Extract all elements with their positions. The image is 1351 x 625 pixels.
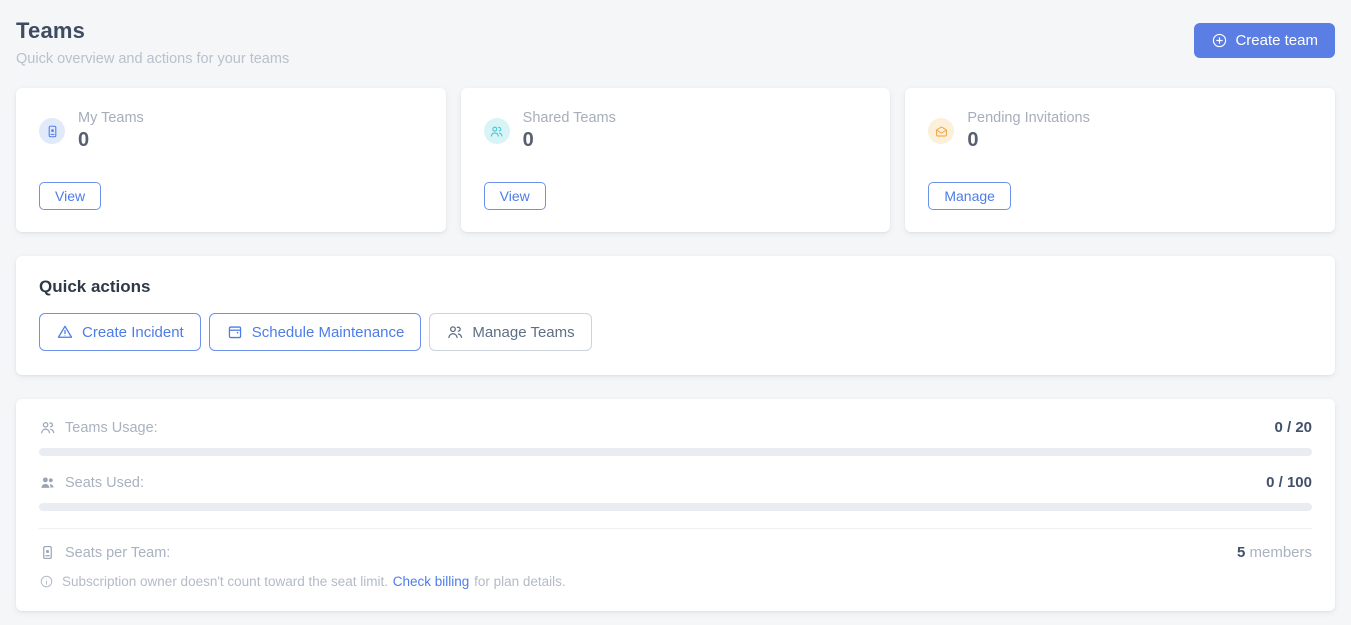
my-teams-label: My Teams (78, 110, 144, 126)
usage-card: Teams Usage: 0 / 20 Seats Used: 0 / 100 … (16, 399, 1335, 611)
seats-used-progressbar (39, 503, 1312, 511)
teams-usage-row: Teams Usage: 0 / 20 (39, 419, 1312, 436)
warning-triangle-icon (56, 323, 74, 341)
page-title: Teams (16, 18, 289, 44)
pending-invitations-label: Pending Invitations (967, 110, 1090, 126)
my-teams-card: My Teams 0 View (16, 88, 446, 232)
seat-limit-note: Subscription owner doesn't count toward … (39, 574, 1312, 589)
pending-invitations-card-header: Pending Invitations 0 (928, 110, 1312, 152)
seats-per-team-label: Seats per Team: (65, 545, 170, 561)
create-incident-label: Create Incident (82, 324, 184, 341)
users-filled-icon (39, 474, 56, 491)
schedule-maintenance-button[interactable]: Schedule Maintenance (209, 313, 422, 351)
info-circle-icon (39, 574, 54, 589)
seats-per-team-row: Seats per Team: 5 members (39, 544, 1312, 561)
quick-actions-buttons: Create Incident Schedule Maintenance Man… (39, 313, 1312, 351)
users-icon (484, 118, 510, 144)
users-icon (446, 323, 464, 341)
teams-page: Teams Quick overview and actions for you… (0, 0, 1351, 625)
shared-teams-card: Shared Teams 0 View (461, 88, 891, 232)
note-text-before: Subscription owner doesn't count toward … (62, 574, 388, 589)
teams-usage-label: Teams Usage: (65, 420, 158, 436)
envelope-open-icon (928, 118, 954, 144)
quick-actions-title: Quick actions (39, 277, 1312, 297)
manage-teams-button[interactable]: Manage Teams (429, 313, 591, 351)
shared-teams-count: 0 (523, 129, 616, 152)
shared-teams-card-header: Shared Teams 0 (484, 110, 868, 152)
pending-invitations-count: 0 (967, 129, 1090, 152)
seats-used-label: Seats Used: (65, 475, 144, 491)
page-header: Teams Quick overview and actions for you… (16, 14, 1335, 67)
seats-used-row: Seats Used: 0 / 100 (39, 474, 1312, 491)
check-billing-link[interactable]: Check billing (393, 574, 470, 589)
seats-used-value: 0 / 100 (1266, 474, 1312, 491)
manage-teams-label: Manage Teams (472, 324, 574, 341)
create-team-button[interactable]: Create team (1194, 23, 1335, 58)
my-teams-view-button[interactable]: View (39, 182, 101, 210)
seats-per-team-value: 5 members (1237, 544, 1312, 561)
quick-actions-card: Quick actions Create Incident Schedule M… (16, 256, 1335, 375)
teams-usage-progressbar (39, 448, 1312, 456)
calendar-icon (226, 323, 244, 341)
stat-cards-row: My Teams 0 View Shared Teams 0 View Pend… (16, 88, 1335, 232)
users-outline-icon (39, 419, 56, 436)
my-teams-card-header: My Teams 0 (39, 110, 423, 152)
seats-per-team-suffix: members (1249, 544, 1312, 561)
page-subtitle: Quick overview and actions for your team… (16, 51, 289, 67)
teams-usage-value: 0 / 20 (1274, 419, 1312, 436)
contact-badge-icon (39, 544, 56, 561)
pending-invitations-card: Pending Invitations 0 Manage (905, 88, 1335, 232)
shared-teams-view-button[interactable]: View (484, 182, 546, 210)
schedule-maintenance-label: Schedule Maintenance (252, 324, 405, 341)
usage-divider (39, 528, 1312, 529)
pending-invitations-manage-button[interactable]: Manage (928, 182, 1011, 210)
create-incident-button[interactable]: Create Incident (39, 313, 201, 351)
plus-circle-icon (1211, 32, 1228, 49)
create-team-button-label: Create team (1235, 32, 1318, 49)
my-teams-count: 0 (78, 129, 144, 152)
shared-teams-label: Shared Teams (523, 110, 616, 126)
contact-badge-icon (39, 118, 65, 144)
page-header-text: Teams Quick overview and actions for you… (16, 14, 289, 67)
note-text-after: for plan details. (474, 574, 566, 589)
